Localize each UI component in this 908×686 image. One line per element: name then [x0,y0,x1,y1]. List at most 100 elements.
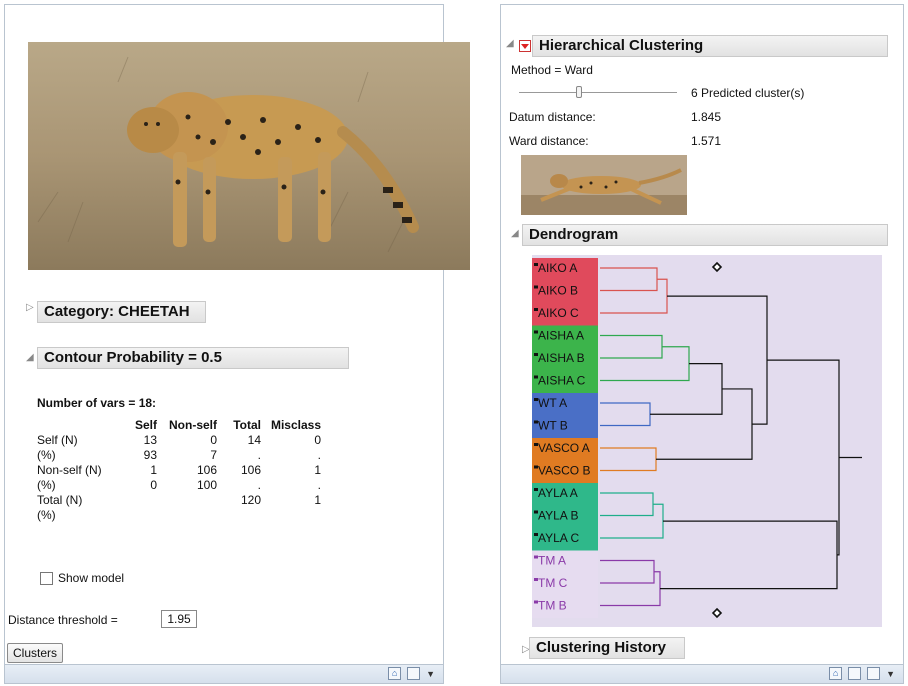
dropdown-arrow-icon[interactable]: ▼ [426,669,435,679]
dendrogram-plot: AIKO A AIKO B AIKO C AISHA A AISHA B AISHA C W… [532,255,882,627]
clustering-history-title: Clustering History [536,639,667,656]
dendrogram-header[interactable]: Dendrogram [522,224,888,246]
collapse-triangle-icon[interactable]: ◢ [511,228,519,239]
window-icon[interactable] [867,667,881,680]
dendrogram-leaf-label: TM A [538,554,566,568]
dendrogram-leaf-label: WT B [538,419,568,433]
dendrogram-leaf-label: AYLA A [538,486,578,500]
contour-probability-title: Contour Probability = 0.5 [44,349,222,366]
window-icon[interactable] [407,667,421,680]
collapse-triangle-icon[interactable]: ◢ [26,352,34,363]
table-cell: 120 [240,493,261,507]
table-cell [125,493,157,508]
contour-probability-header[interactable]: Contour Probability = 0.5 [37,347,349,369]
table-header [37,418,125,433]
table-cell [157,493,217,508]
home-icon[interactable]: ⌂ [388,667,402,680]
table-cell: 14 [247,433,261,447]
datum-distance-value: 1.845 [691,110,722,124]
left-status-bar: ⌂ ▼ [5,664,443,683]
dendrogram-leaf-label: TM C [538,576,568,590]
show-model-label: Show model [58,571,125,585]
table-header: Misclass [270,418,321,432]
window-icon[interactable] [848,667,862,680]
table-cell: . [317,448,321,462]
red-triangle-menu-icon[interactable] [519,40,531,52]
table-cell: 1 [150,463,157,477]
cheetah-photo [28,42,470,270]
dendrogram-leaf-label: VASCO B [538,464,590,478]
dendrogram-leaf-label: AIKO C [538,306,579,320]
right-status-bar: ⌂ ▼ [501,664,903,683]
table-cell: (%) [37,448,56,462]
table-row: Total (N) 120 1 [37,493,321,508]
table-header: Non-self [169,418,217,432]
dendrogram-leaf-label: AISHA B [538,351,585,365]
distance-threshold-input[interactable]: 1.95 [161,610,197,628]
table-cell: Total (N) [37,493,83,507]
table-cell: . [317,478,321,492]
cluster-count-slider-thumb[interactable] [576,86,582,98]
table-cell: 0 [150,478,157,492]
show-model-checkbox[interactable] [40,572,53,585]
table-cell: Non-self (N) [37,463,102,477]
right-report-panel: ◢ Hierarchical Clustering Method = Ward … [500,4,904,684]
dendrogram-leaf-label: AISHA A [538,329,584,343]
table-cell: (%) [37,508,56,522]
table-cell: 7 [210,448,217,462]
table-cell: 93 [143,448,157,462]
table-cell: 13 [143,433,157,447]
dendrogram-leaf-label: AYLA B [538,509,578,523]
table-header: Total [233,418,261,432]
cheetah-thumbnail [521,155,687,215]
contingency-table: Self Non-self Total Misclass Self (N) 13… [37,418,321,523]
method-label: Method = Ward [511,63,593,77]
table-row: (%) 93 7 . . [37,448,321,463]
distance-threshold-label: Distance threshold = [8,613,118,627]
table-cell: 100 [196,478,217,492]
table-cell: 1 [314,463,321,477]
home-icon[interactable]: ⌂ [829,667,843,680]
cluster-count-slider-track[interactable] [519,92,677,93]
table-cell: 1 [314,493,321,507]
table-row: Non-self (N) 1 106 106 1 [37,463,321,478]
ward-distance-label: Ward distance: [509,134,589,148]
hierarchical-clustering-header[interactable]: Hierarchical Clustering [532,35,888,57]
hierarchical-clustering-title: Hierarchical Clustering [539,37,704,54]
table-cell: 106 [240,463,261,477]
collapse-triangle-icon[interactable]: ◢ [506,38,514,49]
table-cell: Self (N) [37,433,78,447]
table-cell [217,508,261,523]
table-cell [157,508,217,523]
dendrogram-leaf-label: AYLA C [538,531,579,545]
category-header[interactable]: Category: CHEETAH [37,301,206,323]
expand-triangle-icon[interactable]: ▷ [26,302,34,313]
table-header: Self [134,418,157,432]
clustering-history-header[interactable]: Clustering History [529,637,685,659]
table-cell: 0 [210,433,217,447]
table-cell: . [257,448,261,462]
number-of-vars: Number of vars = 18: [37,396,157,410]
dendrogram-leaf-label: AIKO B [538,284,578,298]
dendrogram-leaf-label: VASCO A [538,441,590,455]
ward-distance-value: 1.571 [691,134,722,148]
table-header-row: Self Non-self Total Misclass [37,418,321,433]
table-cell [125,508,157,523]
dendrogram-leaf-label: WT A [538,396,567,410]
dendrogram-title: Dendrogram [529,226,619,243]
clusters-button[interactable]: Clusters [7,643,64,663]
table-cell: 0 [314,433,321,447]
left-report-panel: ▷ Category: CHEETAH ◢ Contour Probabilit… [4,4,470,684]
dropdown-arrow-icon[interactable]: ▼ [886,669,895,679]
dendrogram-leaf-label: AIKO A [538,261,577,275]
dendrogram-leaf-label: AISHA C [538,374,586,388]
table-row: (%) [37,508,321,523]
category-label: Category: CHEETAH [44,303,190,320]
table-cell: (%) [37,478,56,492]
datum-distance-label: Datum distance: [509,110,596,124]
table-cell: . [257,478,261,492]
table-cell: 106 [196,463,217,477]
table-row: (%) 0 100 . . [37,478,321,493]
table-cell [261,508,321,523]
table-row: Self (N) 13 0 14 0 [37,433,321,448]
